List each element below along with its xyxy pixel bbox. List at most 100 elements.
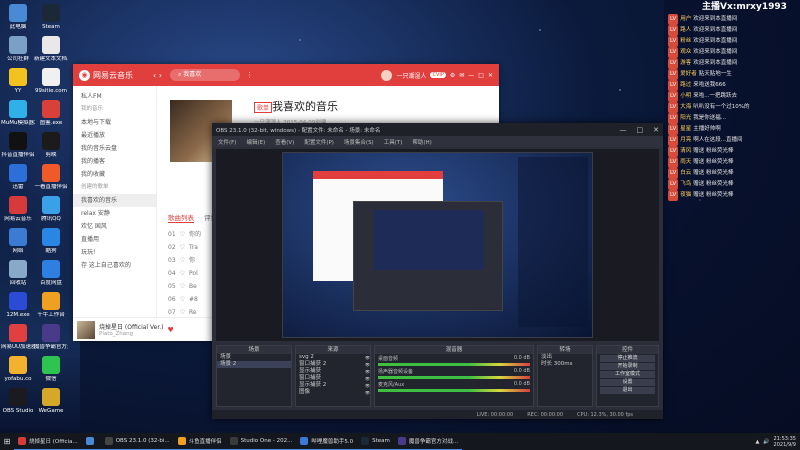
heart-icon[interactable]: ♡: [180, 267, 185, 280]
desktop-icon[interactable]: yofabu.co: [1, 356, 35, 382]
desktop-icon[interactable]: 新建文本文档.txt: [34, 36, 68, 62]
scene-item[interactable]: 场景 2: [217, 361, 291, 368]
minimize-icon[interactable]: —: [468, 72, 474, 79]
sidebar-item[interactable]: relax 安静: [73, 207, 156, 220]
heart-icon[interactable]: ♡: [180, 228, 185, 241]
control-button[interactable]: 停止推流: [600, 355, 655, 362]
desktop-icon[interactable]: 此电脑: [1, 4, 35, 30]
desktop-icon[interactable]: 剪映: [34, 132, 68, 158]
heart-icon[interactable]: ♥: [167, 326, 173, 334]
transition-duration[interactable]: 时长 300ms: [538, 361, 592, 368]
control-button[interactable]: 开始录制: [600, 363, 655, 370]
desktop-icon[interactable]: 网易云音乐: [1, 196, 35, 222]
taskbar-item[interactable]: OBS 23.1.0 (32-bi...: [100, 433, 174, 450]
volume-meter[interactable]: [378, 389, 530, 392]
taskbar-item[interactable]: 烧掉星日 (Officia...: [14, 433, 82, 450]
eye-icon[interactable]: 👁: [365, 375, 370, 382]
obs-menu-item[interactable]: 文件(F): [218, 138, 236, 146]
desktop-icon[interactable]: WeGame: [34, 388, 68, 414]
eye-icon[interactable]: 👁: [365, 368, 370, 375]
taskbar-item[interactable]: Studio One - 202...: [225, 433, 297, 450]
obs-menu-item[interactable]: 帮助(H): [412, 138, 431, 146]
song-row[interactable]: 05 ♡ Be: [158, 280, 218, 293]
heart-icon[interactable]: ♡: [180, 254, 185, 267]
settings-icon[interactable]: ⚙: [450, 72, 455, 79]
desktop-icon[interactable]: 百度网盘: [34, 260, 68, 286]
sidebar-item[interactable]: 直播用: [73, 233, 156, 246]
ncm-search-input[interactable]: ⌕ 我喜欢: [169, 69, 240, 81]
source-item[interactable]: svg 2 👁: [296, 354, 370, 361]
tab-songs[interactable]: 歌曲列表: [168, 212, 194, 223]
eye-icon[interactable]: 👁: [365, 354, 370, 361]
taskbar-item[interactable]: 斗鱼直播伴侣: [173, 433, 226, 450]
obs-menu-item[interactable]: 工具(T): [384, 138, 403, 146]
control-button[interactable]: 退出: [600, 387, 655, 394]
heart-icon[interactable]: ♡: [180, 293, 185, 306]
desktop-icon[interactable]: 回收站: [1, 260, 35, 286]
volume-meter[interactable]: [378, 363, 530, 366]
desktop-icon[interactable]: 酷狗: [34, 228, 68, 254]
control-button[interactable]: 设置: [600, 379, 655, 386]
desktop-icon[interactable]: 公司社群: [1, 36, 35, 62]
obs-menu-item[interactable]: 配置文件(P): [304, 138, 334, 146]
transition-type[interactable]: 淡出: [538, 354, 592, 361]
desktop-icon[interactable]: 抖音直播伴侣: [1, 132, 35, 158]
taskbar-item[interactable]: Steam: [357, 433, 394, 450]
sidebar-item[interactable]: 私人FM: [73, 90, 156, 103]
sidebar-item[interactable]: 我的播客: [73, 155, 156, 168]
desktop-icon[interactable]: 腾讯QQ: [34, 196, 68, 222]
sidebar-item[interactable]: 本地与下载: [73, 116, 156, 129]
source-item[interactable]: 图像 👁: [296, 389, 370, 396]
network-icon[interactable]: ▲: [755, 439, 759, 445]
desktop-icon[interactable]: 魔兽争霸官方对战平台: [34, 324, 68, 350]
song-row[interactable]: 02 ♡ Tra: [158, 241, 218, 254]
back-icon[interactable]: ‹ ›: [153, 71, 162, 80]
desktop-icon[interactable]: 99sitie.com: [34, 68, 68, 94]
taskbar-item[interactable]: 魔兽争霸官方对战...: [393, 433, 463, 450]
desktop-icon[interactable]: Steam: [34, 4, 68, 30]
now-playing-cover[interactable]: [77, 320, 95, 339]
obs-menu-item[interactable]: 编辑(E): [246, 138, 265, 146]
source-item[interactable]: 窗口捕获 👁: [296, 375, 370, 382]
sidebar-item[interactable]: 我喜欢的音乐: [73, 194, 156, 207]
desktop-icon[interactable]: OBS Studio: [1, 388, 35, 414]
minimize-icon[interactable]: —: [620, 126, 627, 134]
desktop-icon[interactable]: 网易UU加速器: [1, 324, 35, 350]
mail-icon[interactable]: ✉: [459, 72, 464, 79]
desktop-icon[interactable]: 千牛工作台: [34, 292, 68, 318]
clock[interactable]: 21:53:35 2021/9/9: [774, 436, 796, 448]
taskbar-item[interactable]: 哔哩魔兽助手5.0: [296, 433, 358, 450]
sidebar-item[interactable]: 最近播放: [73, 129, 156, 142]
sidebar-item[interactable]: 我的收藏: [73, 168, 156, 181]
desktop-icon[interactable]: 图鉴.exe: [34, 100, 68, 126]
windows-start-icon[interactable]: ⊞: [0, 433, 14, 450]
obs-preview[interactable]: [216, 149, 659, 341]
sidebar-item[interactable]: 我的音乐云盘: [73, 142, 156, 155]
mic-icon[interactable]: ⋮: [246, 71, 253, 79]
desktop-icon[interactable]: 一看直播伴侣: [34, 164, 68, 190]
heart-icon[interactable]: ♡: [180, 280, 185, 293]
desktop-icon[interactable]: 12M.exe: [1, 292, 35, 318]
close-icon[interactable]: ✕: [488, 72, 493, 79]
close-icon[interactable]: ✕: [653, 126, 659, 134]
ncm-user-area[interactable]: 一只潮湿人 CVIP ⚙ ✉ — □ ✕: [381, 69, 493, 81]
obs-menu-item[interactable]: 查看(V): [275, 138, 294, 146]
desktop-icon[interactable]: 迅雷: [1, 164, 35, 190]
song-row[interactable]: 03 ♡ 你: [158, 254, 218, 267]
eye-icon[interactable]: 👁: [365, 361, 370, 368]
taskbar-item[interactable]: [81, 433, 101, 450]
scene-item[interactable]: 场景: [217, 354, 291, 361]
song-row[interactable]: 06 ♡ #8: [158, 293, 218, 306]
obs-menu-item[interactable]: 场景集合(S): [344, 138, 374, 146]
volume-icon[interactable]: 🔊: [763, 439, 769, 445]
obs-window[interactable]: OBS 23.1.0 (32-bit, windows) - 配置文件: 未命名…: [212, 123, 663, 419]
source-item[interactable]: 显示捕获 👁: [296, 368, 370, 375]
heart-icon[interactable]: ♡: [180, 241, 185, 254]
maximize-icon[interactable]: □: [637, 126, 644, 134]
sidebar-item[interactable]: 欢忆 国风: [73, 220, 156, 233]
desktop-icon[interactable]: YY: [1, 68, 35, 94]
eye-icon[interactable]: 👁: [365, 389, 370, 396]
source-item[interactable]: 窗口捕获 2 👁: [296, 361, 370, 368]
control-button[interactable]: 工作室模式: [600, 371, 655, 378]
desktop-icon[interactable]: 网络: [1, 228, 35, 254]
